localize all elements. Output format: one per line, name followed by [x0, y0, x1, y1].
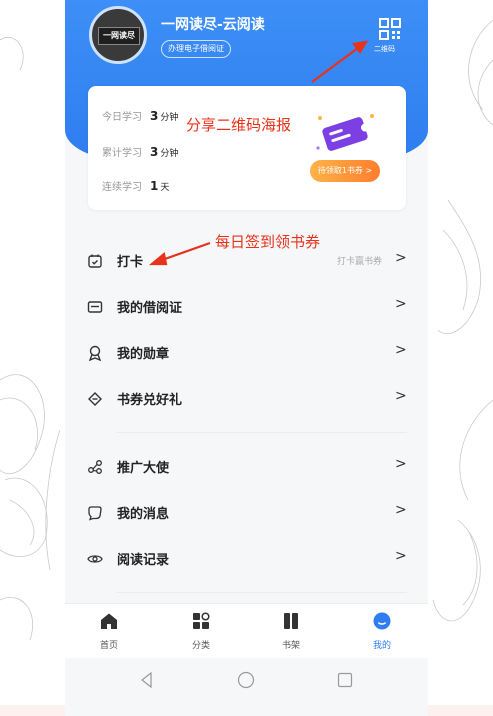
share-icon	[88, 460, 102, 474]
tab-label-profile: 我的	[372, 641, 391, 651]
menu-label-redeem: 书券兑好礼	[117, 393, 183, 408]
medal-icon	[88, 345, 102, 361]
library-card-badge[interactable]: 办理电子借阅证	[161, 40, 231, 58]
chevron-right-icon: >	[395, 250, 407, 266]
stat-streak-value: 1	[150, 179, 159, 193]
avatar-text: 一网读尽	[103, 31, 135, 40]
background-flower-right	[428, 0, 493, 716]
username: 一网读尽-云阅读	[161, 17, 265, 33]
menu-label-library-card: 我的借阅证	[117, 301, 183, 316]
tab-profile[interactable]: 我的	[352, 612, 412, 651]
stat-total: 累计学习 3 分钟	[102, 144, 178, 159]
menu-label-promoter: 推广大使	[117, 461, 170, 476]
tab-label-category: 分类	[191, 641, 210, 651]
stat-total-value: 3	[150, 145, 159, 159]
menu-label-reading-history: 阅读记录	[117, 553, 170, 568]
menu-divider	[117, 432, 407, 433]
recents-icon[interactable]	[336, 671, 354, 689]
home-circle-icon[interactable]	[237, 671, 255, 689]
menu-hint-checkin: 打卡赢书券	[337, 257, 383, 267]
eye-icon	[87, 555, 103, 563]
coupon-ticket-icon	[316, 114, 374, 151]
back-icon[interactable]	[138, 671, 156, 689]
menu-label-medals: 我的勋章	[117, 347, 170, 362]
background-flower-left	[0, 0, 65, 716]
diamond-icon	[88, 392, 102, 406]
phone-screen: 一网读尽 一网读尽-云阅读 办理电子借阅证 二维码 今日学习 3 分钟 累计学习 3 分…	[65, 0, 428, 716]
chevron-right-icon: >	[395, 502, 407, 518]
profile-icon	[373, 612, 391, 630]
claim-coupon-button[interactable]: 待领取1书券 >	[310, 160, 380, 182]
annotation-qr-poster: 分享二维码海报	[186, 116, 292, 134]
qr-code-icon[interactable]	[379, 18, 401, 40]
avatar-logo: 一网读尽	[98, 27, 140, 45]
category-icon	[193, 612, 210, 629]
menu-label-checkin: 打卡	[117, 255, 144, 270]
home-icon	[101, 613, 117, 629]
chevron-right-icon: >	[395, 296, 407, 312]
stat-total-unit: 分钟	[160, 149, 179, 159]
tab-label-home: 首页	[99, 641, 118, 651]
stat-today-value: 3	[150, 109, 159, 123]
menu-item-library-card[interactable]: 我的借阅证 >	[65, 284, 428, 330]
menu-label-messages: 我的消息	[117, 507, 170, 522]
chevron-right-icon: >	[395, 388, 407, 404]
stat-today-unit: 分钟	[160, 113, 179, 123]
stat-today: 今日学习 3 分钟	[102, 108, 178, 123]
message-icon	[88, 506, 102, 521]
stat-streak: 连续学习 1 天	[102, 178, 169, 193]
calendar-icon	[88, 254, 102, 268]
tab-category[interactable]: 分类	[171, 612, 231, 651]
card-icon	[87, 301, 103, 313]
tab-label-bookshelf: 书架	[281, 641, 300, 651]
menu-divider	[117, 592, 407, 593]
menu-item-redeem[interactable]: 书券兑好礼 >	[65, 376, 428, 422]
chevron-right-icon: >	[395, 456, 407, 472]
stat-total-label: 累计学习	[102, 148, 142, 159]
qr-code-label: 二维码	[374, 45, 395, 53]
tab-bookshelf[interactable]: 书架	[261, 612, 321, 651]
stat-today-label: 今日学习	[102, 112, 142, 123]
chevron-right-icon: >	[395, 548, 407, 564]
menu-item-medals[interactable]: 我的勋章 >	[65, 330, 428, 376]
system-nav-bar	[65, 658, 428, 705]
stat-streak-label: 连续学习	[102, 182, 142, 193]
study-stats-card: 今日学习 3 分钟 累计学习 3 分钟 连续学习 1 天 待领取1书券 >	[88, 86, 406, 210]
bookshelf-icon	[284, 613, 298, 629]
menu-item-reading-history[interactable]: 阅读记录 >	[65, 536, 428, 582]
avatar[interactable]: 一网读尽	[89, 6, 147, 64]
menu-item-messages[interactable]: 我的消息 >	[65, 490, 428, 536]
stat-streak-unit: 天	[160, 183, 170, 193]
chevron-right-icon: >	[395, 342, 407, 358]
bottom-tab-bar: 首页 分类 书架 我的	[65, 603, 428, 659]
annotation-checkin: 每日签到领书券	[215, 233, 321, 251]
tab-home[interactable]: 首页	[79, 612, 139, 651]
menu-item-promoter[interactable]: 推广大使 >	[65, 444, 428, 490]
